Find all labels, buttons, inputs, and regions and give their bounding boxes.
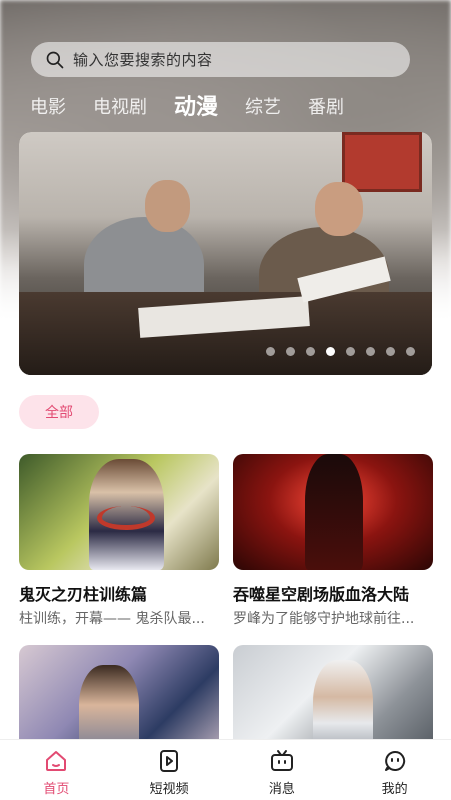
- banner-person-left-head: [145, 180, 190, 232]
- carousel-dot[interactable]: [346, 347, 355, 356]
- tab-movie[interactable]: 电影: [30, 94, 66, 122]
- banner-wall-panel: [342, 132, 422, 192]
- carousel-dot[interactable]: [286, 347, 295, 356]
- play-icon: [160, 750, 179, 772]
- banner-person-right-head: [315, 182, 363, 236]
- search-placeholder: 输入您要搜索的内容: [73, 51, 213, 69]
- video-title: 吞噬星空剧场版血洛大陆: [233, 585, 410, 604]
- nav-short-video-label: 短视频: [149, 782, 189, 797]
- video-thumbnail: [19, 454, 219, 570]
- carousel-dot[interactable]: [386, 347, 395, 356]
- home-icon: [46, 751, 67, 771]
- tab-anime[interactable]: 动漫: [174, 94, 218, 122]
- video-thumbnail: [233, 454, 433, 570]
- carousel-dot[interactable]: [366, 347, 375, 356]
- bottom-navigation: 首页 短视频 消息 我的: [0, 739, 451, 800]
- search-bar[interactable]: 输入您要搜索的内容: [31, 42, 410, 77]
- nav-short-video[interactable]: 短视频: [113, 740, 226, 800]
- filter-all-chip[interactable]: 全部: [19, 395, 99, 429]
- face-icon: [384, 750, 405, 771]
- video-card[interactable]: 吞噬星空剧场版血洛大陆 罗峰为了能够守护地球前往...: [233, 454, 433, 628]
- carousel-dot-active[interactable]: [326, 347, 335, 356]
- nav-home-label: 首页: [43, 782, 70, 797]
- carousel-dot[interactable]: [306, 347, 315, 356]
- carousel-dot[interactable]: [406, 347, 415, 356]
- tab-tv-series[interactable]: 电视剧: [93, 94, 147, 122]
- carousel-dot[interactable]: [266, 347, 275, 356]
- tv-icon: [270, 750, 293, 771]
- video-title: 鬼灭之刃柱训练篇: [19, 585, 148, 604]
- tab-variety[interactable]: 综艺: [245, 94, 281, 122]
- tab-series-anime[interactable]: 番剧: [308, 94, 344, 122]
- video-description: 罗峰为了能够守护地球前往...: [233, 611, 415, 627]
- category-tabs: 电影 电视剧 动漫 综艺 番剧: [30, 92, 371, 122]
- carousel-indicator: [266, 347, 426, 356]
- nav-messages[interactable]: 消息: [226, 740, 339, 800]
- banner-carousel[interactable]: [19, 132, 432, 375]
- search-icon: [46, 51, 64, 68]
- nav-profile[interactable]: 我的: [338, 740, 451, 800]
- nav-messages-label: 消息: [268, 782, 295, 797]
- nav-profile-label: 我的: [381, 782, 408, 797]
- nav-home[interactable]: 首页: [0, 740, 113, 800]
- video-description: 柱训练，开幕—— 鬼杀队最...: [19, 611, 205, 627]
- video-card[interactable]: 鬼灭之刃柱训练篇 柱训练，开幕—— 鬼杀队最...: [19, 454, 219, 628]
